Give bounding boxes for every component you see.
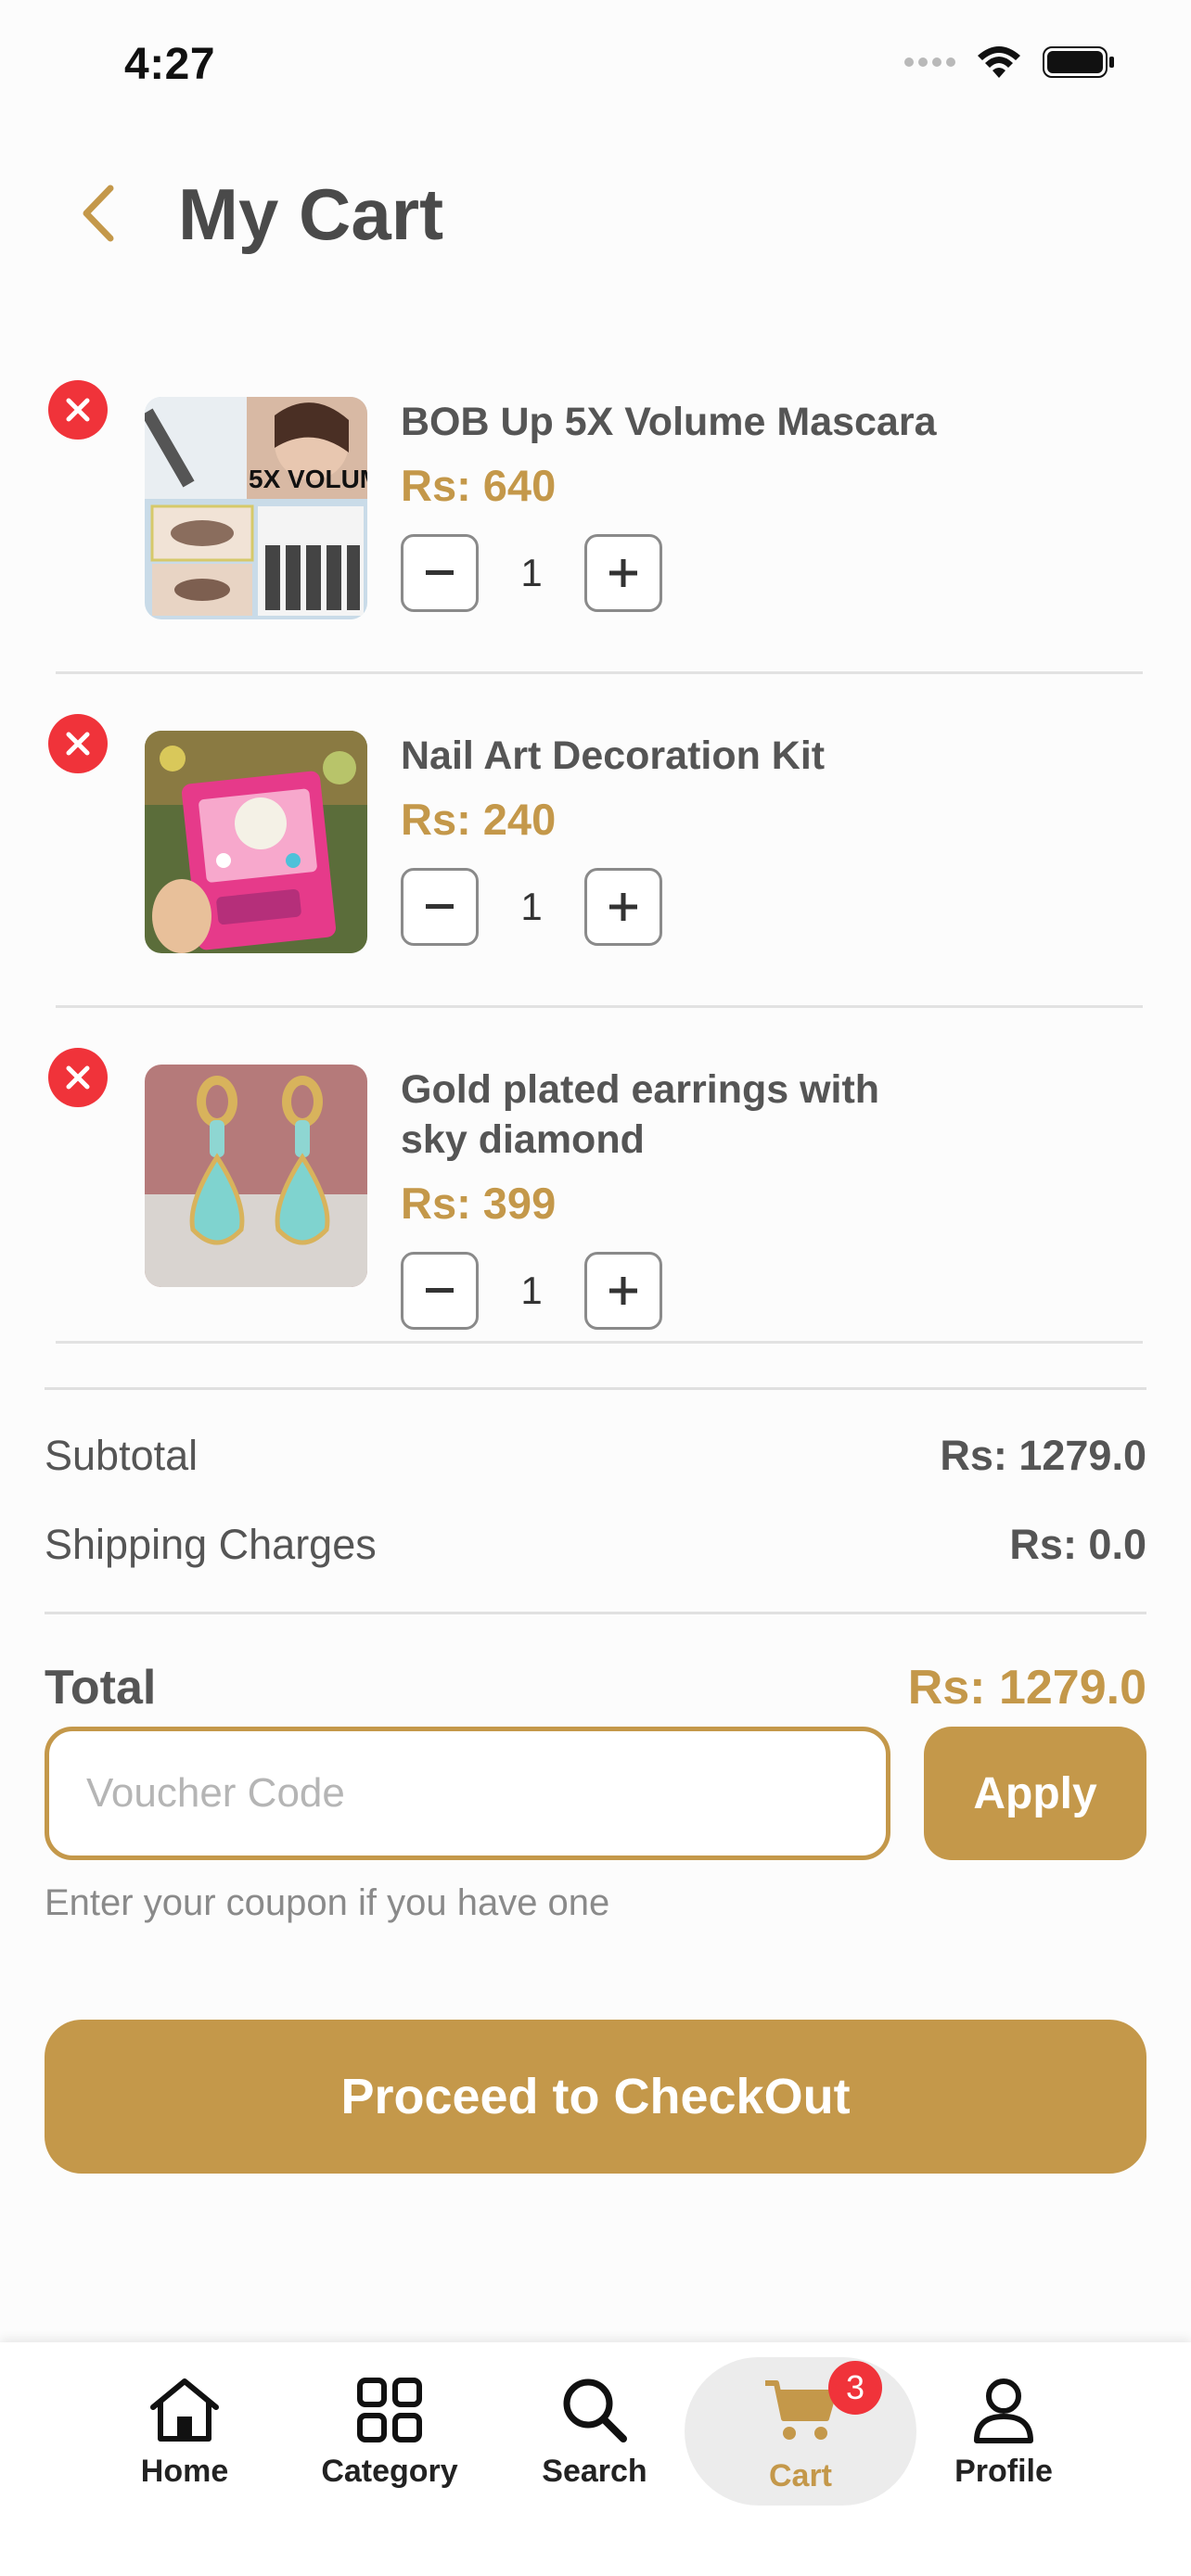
status-icons bbox=[904, 45, 1117, 80]
cart-badge: 3 bbox=[828, 2361, 882, 2415]
increment-button[interactable] bbox=[584, 868, 662, 946]
quantity-value: 1 bbox=[520, 885, 543, 928]
minus-icon bbox=[426, 904, 454, 909]
subtotal-label: Subtotal bbox=[45, 1432, 198, 1479]
close-icon bbox=[66, 732, 90, 756]
item-price: Rs: 640 bbox=[401, 461, 557, 510]
item-price: Rs: 399 bbox=[401, 1179, 557, 1228]
back-button[interactable] bbox=[65, 176, 130, 250]
decrement-button[interactable] bbox=[401, 1252, 479, 1330]
plus-icon bbox=[609, 559, 637, 587]
increment-button[interactable] bbox=[584, 534, 662, 612]
divider bbox=[56, 1341, 1143, 1344]
decrement-button[interactable] bbox=[401, 534, 479, 612]
bottom-nav: Home Category Search 3 Cart Profile bbox=[0, 2342, 1191, 2576]
nav-category[interactable]: Category bbox=[297, 2376, 482, 2490]
nav-search[interactable]: Search bbox=[502, 2376, 687, 2490]
plus-icon bbox=[609, 893, 637, 921]
cart-item: Gold plated earrings with sky diamond Rs… bbox=[48, 1048, 1143, 1354]
plus-icon bbox=[609, 1277, 637, 1305]
nav-label: Search bbox=[542, 2454, 647, 2489]
search-icon bbox=[563, 2378, 627, 2442]
minus-icon bbox=[426, 1288, 454, 1293]
quantity-stepper: 1 bbox=[401, 868, 662, 946]
wifi-icon bbox=[978, 46, 1020, 78]
svg-text:5X VOLUME: 5X VOLUME bbox=[249, 465, 367, 493]
nav-cart[interactable]: 3 Cart bbox=[708, 2361, 893, 2494]
cart-screen: 4:27 My Cart 5X VOLU BOB Up 5X Volume Ma… bbox=[0, 0, 1191, 2576]
quantity-stepper: 1 bbox=[401, 1252, 662, 1330]
minus-icon bbox=[426, 570, 454, 575]
summary-divider bbox=[45, 1387, 1146, 1390]
item-name: Nail Art Decoration Kit bbox=[401, 733, 826, 778]
shipping-value: Rs: 0.0 bbox=[1009, 1521, 1146, 1568]
close-icon bbox=[66, 1065, 90, 1090]
cart-item: Nail Art Decoration Kit Rs: 240 1 bbox=[48, 714, 1143, 1011]
voucher-hint: Enter your coupon if you have one bbox=[45, 1882, 610, 1923]
close-icon bbox=[66, 398, 90, 422]
total-value: Rs: 1279.0 bbox=[907, 1661, 1146, 1715]
divider bbox=[56, 1005, 1143, 1008]
grid-icon bbox=[357, 2378, 422, 2442]
item-price: Rs: 240 bbox=[401, 795, 557, 844]
quantity-stepper: 1 bbox=[401, 534, 662, 612]
subtotal-value: Rs: 1279.0 bbox=[940, 1432, 1146, 1479]
proceed-checkout-button[interactable]: Proceed to CheckOut bbox=[45, 2020, 1146, 2174]
nav-home[interactable]: Home bbox=[92, 2376, 277, 2490]
summary-divider bbox=[45, 1612, 1146, 1614]
quantity-value: 1 bbox=[520, 551, 543, 594]
shipping-label: Shipping Charges bbox=[45, 1521, 377, 1568]
total-label: Total bbox=[45, 1661, 157, 1715]
home-icon bbox=[150, 2378, 219, 2442]
status-time: 4:27 bbox=[124, 40, 216, 89]
remove-item-button[interactable] bbox=[48, 380, 108, 440]
person-icon bbox=[974, 2378, 1033, 2443]
decrement-button[interactable] bbox=[401, 868, 479, 946]
battery-icon bbox=[1043, 46, 1114, 78]
nail-kit-product-image[interactable] bbox=[145, 731, 367, 953]
nav-label: Home bbox=[140, 2454, 229, 2489]
earrings-product-image[interactable] bbox=[145, 1065, 367, 1287]
nav-profile[interactable]: Profile bbox=[911, 2376, 1096, 2490]
item-name: BOB Up 5X Volume Mascara bbox=[401, 400, 937, 444]
increment-button[interactable] bbox=[584, 1252, 662, 1330]
remove-item-button[interactable] bbox=[48, 1048, 108, 1107]
apply-button[interactable]: Apply bbox=[924, 1727, 1146, 1860]
quantity-value: 1 bbox=[520, 1269, 543, 1312]
nav-label: Profile bbox=[954, 2454, 1053, 2489]
item-name: Gold plated earrings with sky diamond bbox=[401, 1067, 880, 1162]
voucher-code-input[interactable] bbox=[45, 1727, 890, 1860]
nav-label: Cart bbox=[768, 2458, 833, 2493]
chevron-left-icon bbox=[83, 185, 114, 242]
mascara-product-image[interactable]: 5X VOLUME bbox=[145, 397, 367, 619]
page-title: My Cart bbox=[178, 173, 444, 255]
nav-label: Category bbox=[321, 2454, 458, 2489]
remove-item-button[interactable] bbox=[48, 714, 108, 773]
signal-icon bbox=[904, 57, 955, 67]
divider bbox=[56, 671, 1143, 674]
cart-item: 5X VOLUME BOB Up 5X Volume Mascara Rs: 6… bbox=[48, 380, 1143, 677]
